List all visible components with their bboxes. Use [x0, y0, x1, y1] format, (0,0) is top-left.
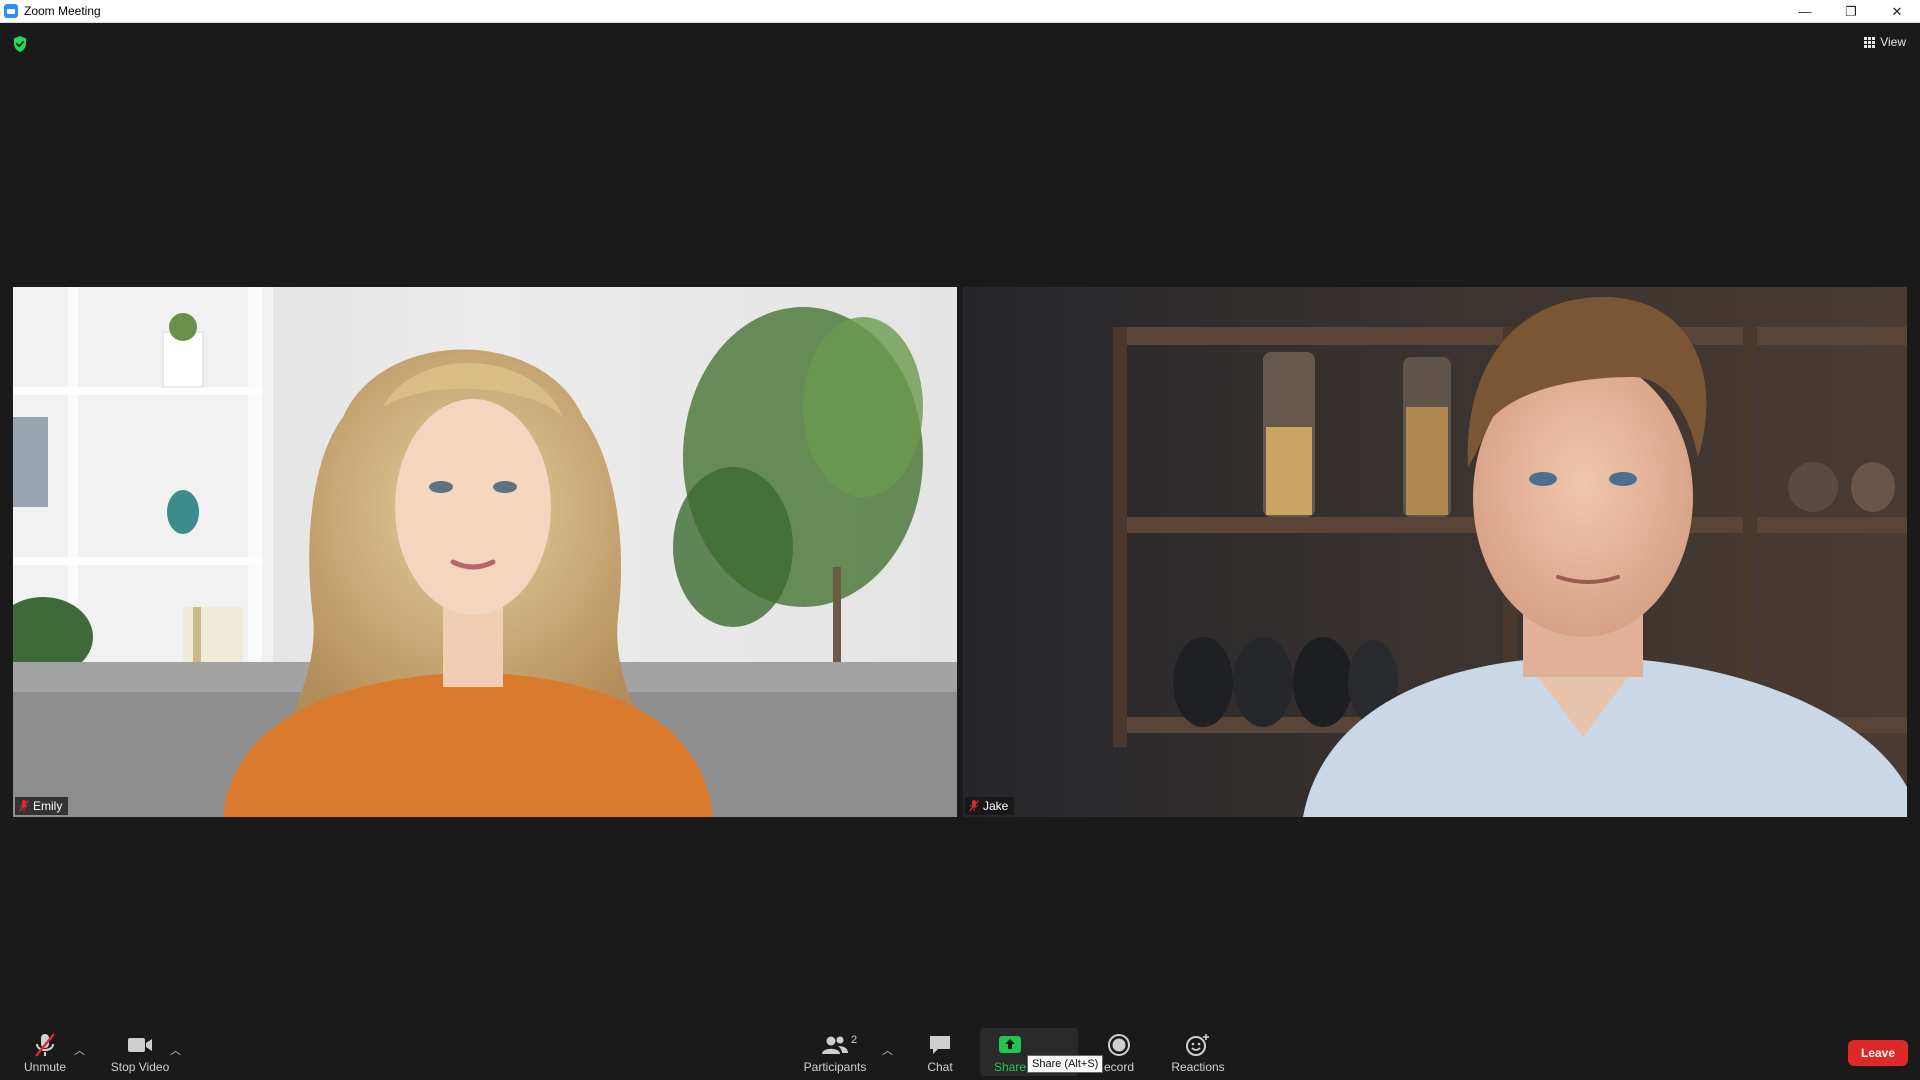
reactions-label: Reactions: [1171, 1060, 1225, 1074]
leave-button[interactable]: Leave: [1848, 1040, 1908, 1066]
close-button[interactable]: ✕: [1874, 0, 1920, 23]
reactions-button[interactable]: Reactions: [1165, 1028, 1231, 1080]
video-feed: [963, 287, 1907, 817]
zoom-app-icon: [4, 4, 18, 18]
participant-name: Jake: [983, 799, 1009, 813]
chat-label: Chat: [927, 1060, 953, 1074]
share-tooltip: Share (Alt+S): [1027, 1055, 1104, 1073]
mic-muted-icon: [33, 1032, 57, 1058]
view-button[interactable]: View: [1864, 35, 1906, 49]
record-icon: [1107, 1032, 1131, 1058]
video-tile-jake[interactable]: Jake: [963, 287, 1907, 817]
unmute-label: Unmute: [23, 1060, 67, 1074]
unmute-button[interactable]: Unmute: [16, 1028, 74, 1080]
window-title: Zoom Meeting: [24, 4, 101, 18]
video-tile-emily[interactable]: Emily: [13, 287, 957, 817]
stop-video-label: Stop Video: [110, 1060, 170, 1074]
audio-options-caret[interactable]: ︿: [74, 1042, 85, 1058]
participants-icon: [821, 1032, 849, 1058]
grid-icon: [1864, 36, 1876, 48]
share-screen-icon: [998, 1032, 1022, 1058]
mic-muted-icon: [19, 800, 29, 812]
participants-button[interactable]: Participants: [800, 1028, 870, 1080]
meeting-stage: View Emily Jake: [0, 23, 1920, 1028]
restore-button[interactable]: ❐: [1828, 0, 1874, 23]
video-feed: [13, 287, 957, 817]
participant-name: Emily: [33, 799, 63, 813]
window-controls: — ❐ ✕: [1782, 0, 1920, 23]
shield-icon[interactable]: [12, 35, 28, 53]
view-label: View: [1880, 35, 1906, 49]
video-options-caret[interactable]: ︿: [170, 1042, 181, 1058]
meeting-toolbar: Unmute ︿ Stop Video ︿ Participants 2 ︿ C…: [0, 1028, 1920, 1080]
window-title-bar: Zoom Meeting — ❐ ✕: [0, 0, 1920, 23]
chat-bubble-icon: [928, 1032, 952, 1058]
participant-name-tag: Jake: [965, 797, 1015, 815]
chat-button[interactable]: Chat: [915, 1028, 965, 1080]
camera-icon: [127, 1032, 153, 1058]
participant-name-tag: Emily: [15, 797, 69, 815]
participants-label: Participants: [803, 1060, 867, 1074]
participants-count: 2: [851, 1034, 858, 1046]
minimize-button[interactable]: —: [1782, 0, 1828, 23]
stop-video-button[interactable]: Stop Video: [105, 1028, 175, 1080]
record-label: ecord: [1103, 1060, 1135, 1074]
mic-muted-icon: [969, 800, 979, 812]
participants-options-caret[interactable]: ︿: [882, 1042, 893, 1058]
emoji-plus-icon: [1185, 1032, 1211, 1058]
share-label: Share: [993, 1060, 1027, 1074]
